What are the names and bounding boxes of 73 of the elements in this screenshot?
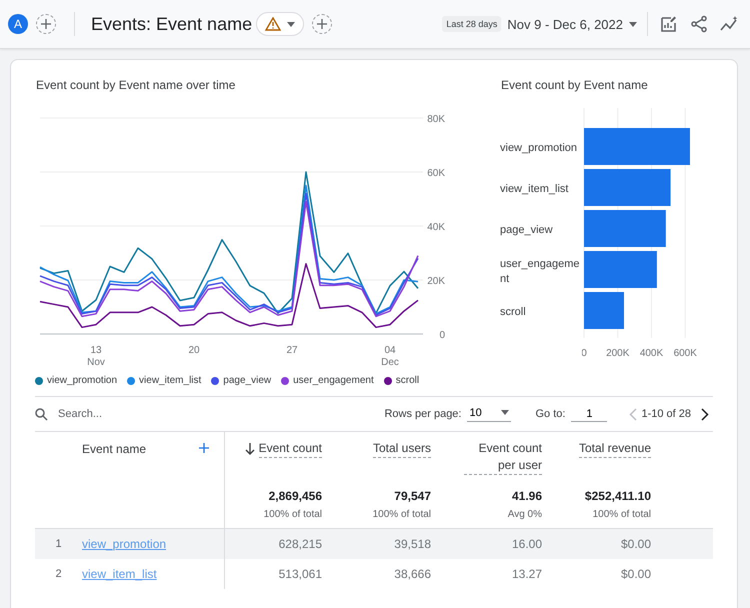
axis-label: 400K — [640, 348, 664, 359]
table-cell-text: 513,061 — [278, 566, 322, 583]
legend-label: scroll — [396, 375, 420, 386]
add-button[interactable] — [312, 14, 332, 34]
column-header[interactable]: Total users — [372, 440, 431, 458]
total-value: 41.96 — [512, 489, 542, 503]
total-value: 2,869,456 — [268, 489, 322, 503]
table-cell-text: 39,518 — [393, 536, 431, 553]
rows-per-page-label: Rows per page: — [384, 408, 462, 420]
bar — [584, 292, 624, 329]
table-cell-text: 38,666 — [393, 566, 431, 583]
axis-label: view_promotion — [500, 141, 578, 156]
warning-icon — [265, 17, 282, 31]
add-dimension-button[interactable] — [198, 442, 210, 454]
search-icon — [35, 408, 48, 420]
axis-label: 27 — [285, 345, 299, 357]
legend-label: view_item_list — [139, 375, 202, 386]
axis-label: 0 — [439, 330, 445, 340]
axis-label: 20 — [187, 345, 201, 357]
caret-icon — [501, 410, 510, 415]
page-title: Events: Event name — [91, 14, 252, 34]
axis-label: 80K — [427, 114, 445, 125]
insights-icon[interactable] — [720, 15, 740, 33]
warning-dropdown[interactable] — [256, 12, 304, 36]
chart-title: Event count by Event name — [501, 78, 649, 94]
add-button[interactable] — [36, 14, 56, 34]
total-value: 79,547 — [394, 489, 431, 503]
pagination-label: 1-10 of 28 — [641, 408, 691, 420]
axis-label: page_view — [500, 223, 554, 238]
axis-label: 04 Dec — [380, 345, 400, 369]
axis-label: 40K — [427, 222, 445, 233]
plus-icon — [316, 18, 328, 30]
column-header[interactable]: Total revenue — [578, 440, 651, 458]
axis-label: 20K — [427, 276, 445, 287]
axis-label: view_item_list — [500, 182, 570, 197]
caret-icon — [629, 22, 637, 26]
rows-per-page-select[interactable]: 10 — [467, 406, 512, 422]
total-note: Avg 0% — [508, 509, 542, 520]
axis-label: 200K — [606, 348, 630, 359]
date-preset-label: Last 28 days — [442, 16, 502, 32]
row-number: 1 — [54, 538, 63, 550]
legend-label: page_view — [223, 375, 272, 386]
avatar[interactable]: A — [8, 14, 28, 34]
column-header[interactable]: Event count per user — [464, 440, 542, 475]
total-note: 100% of total — [592, 509, 651, 520]
axis-label: user_engagement — [500, 256, 581, 286]
table-cell-text: 13.27 — [510, 566, 542, 583]
column-header[interactable]: Event count — [258, 440, 322, 458]
total-note: 100% of total — [264, 509, 322, 520]
total-value: $252,411.10 — [584, 489, 651, 503]
edit-chart-icon[interactable] — [660, 15, 678, 33]
chart-title: Event count by Event name over time — [36, 78, 236, 94]
axis-label: scroll — [500, 305, 527, 320]
plus-icon — [198, 442, 210, 454]
axis-label: 600K — [674, 348, 697, 359]
axis-label: 60K — [427, 168, 445, 179]
goto-field[interactable]: 1 — [571, 406, 608, 422]
table-cell-text: $0.00 — [620, 536, 651, 553]
column-header: Event name — [82, 442, 146, 456]
total-note: 100% of total — [372, 509, 431, 520]
legend-label: user_engagement — [293, 375, 374, 386]
legend-label: view_promotion — [47, 375, 118, 386]
share-icon[interactable] — [690, 15, 708, 33]
table-cell-text: $0.00 — [620, 566, 651, 583]
table-cell-text: 16.00 — [510, 536, 542, 553]
table-cell-text: 628,215 — [278, 536, 322, 553]
row-number: 2 — [54, 568, 63, 580]
axis-label: 13 Nov — [86, 345, 106, 369]
axis-label: 0 — [582, 348, 587, 359]
plus-icon — [40, 18, 52, 30]
goto-label: Go to: — [535, 408, 566, 420]
date-range-picker[interactable]: Nov 9 - Dec 6, 2022 — [501, 16, 643, 32]
caret-icon — [287, 22, 296, 26]
